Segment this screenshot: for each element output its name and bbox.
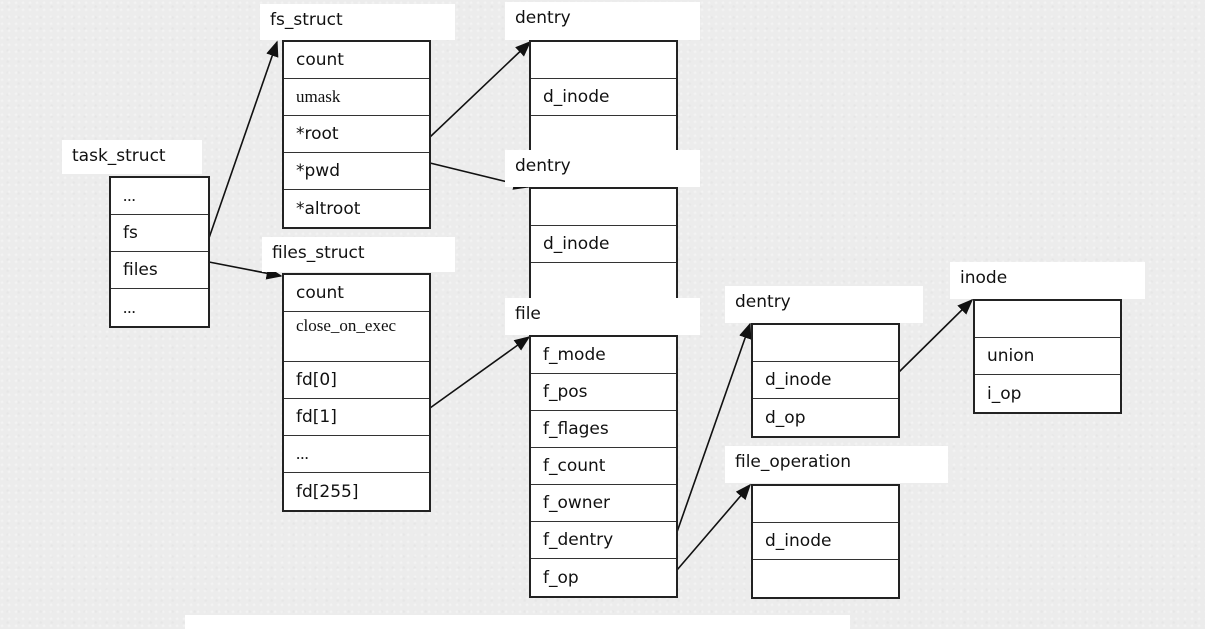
field: d_inode [753, 523, 898, 560]
task-struct-title: task_struct [62, 140, 202, 174]
field: fd[255] [296, 481, 359, 502]
field: *altroot [296, 198, 361, 219]
inode-title: inode [950, 262, 1145, 299]
dentry-root-box: d_inode [529, 40, 678, 155]
field: ... [284, 436, 429, 473]
arrow-fs [208, 40, 279, 239]
task-struct-box: ... fs files ... [109, 176, 210, 328]
file-operation-box: d_inode [751, 484, 900, 599]
file-title: file [505, 298, 700, 335]
field: f_pos [531, 374, 676, 411]
diagram-canvas: task_struct ... fs files ... fs_struct c… [0, 0, 1205, 629]
field [531, 42, 676, 79]
field: f_count [531, 448, 676, 485]
fs-struct-box: count umask *root *pwd *altroot [282, 40, 431, 229]
field: fs [111, 215, 208, 252]
field: ... [123, 297, 136, 317]
files-struct-title: files_struct [262, 237, 455, 272]
field [753, 325, 898, 362]
field: fd[1] [284, 399, 429, 436]
field: i_op [987, 383, 1022, 404]
field: ... [111, 178, 208, 215]
field: fd[0] [284, 362, 429, 399]
file-operation-title: file_operation [725, 446, 948, 483]
dentry-root-title: dentry [505, 2, 700, 40]
arrow-f-dentry [676, 322, 752, 533]
field: f_op [543, 567, 579, 588]
field: *root [284, 116, 429, 153]
inode-box: union i_op [973, 299, 1122, 414]
field: d_inode [531, 226, 676, 263]
field: *pwd [284, 153, 429, 190]
dentry-pwd-box: d_inode [529, 187, 678, 302]
dentry-file-title: dentry [725, 286, 923, 323]
field [531, 189, 676, 226]
field: umask [284, 79, 429, 116]
field: count [284, 42, 429, 79]
field: f_mode [531, 337, 676, 374]
dentry-pwd-title: dentry [505, 150, 700, 187]
arrow-root [429, 40, 532, 138]
field: f_dentry [531, 522, 676, 559]
field: count [284, 275, 429, 312]
field: d_inode [531, 79, 676, 116]
arrow-f-op [676, 483, 752, 571]
field [753, 486, 898, 523]
field: files [111, 252, 208, 289]
field: union [975, 338, 1120, 375]
field [753, 560, 898, 597]
arrow-fd1 [429, 336, 531, 409]
fs-struct-title: fs_struct [260, 4, 455, 40]
field: d_inode [753, 362, 898, 399]
file-box: f_mode f_pos f_flages f_count f_owner f_… [529, 335, 678, 598]
field: f_flages [531, 411, 676, 448]
field [531, 263, 676, 300]
field [531, 116, 676, 153]
field [975, 301, 1120, 338]
dentry-file-box: d_inode d_op [751, 323, 900, 438]
field: d_op [765, 407, 806, 428]
files-struct-box: count close_on_exec fd[0] fd[1] ... fd[2… [282, 273, 431, 512]
field: f_owner [531, 485, 676, 522]
field: close_on_exec [284, 312, 429, 362]
bottom-strip [185, 615, 850, 629]
